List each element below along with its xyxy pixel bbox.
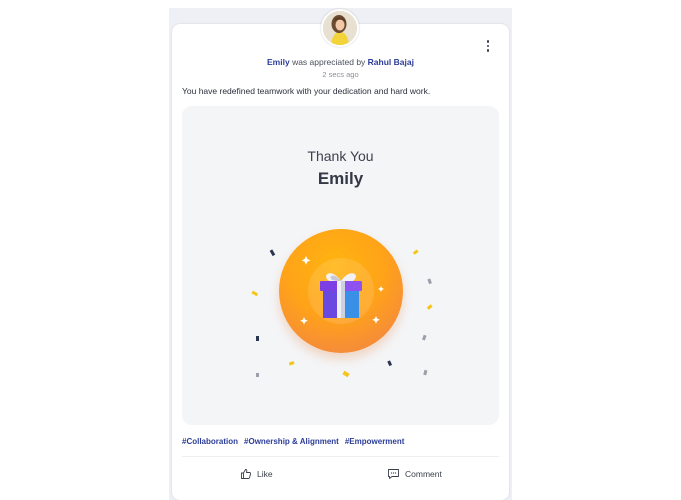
hashtag-list: #Collaboration #Ownership & Alignment #E…	[182, 437, 404, 446]
hashtag-collaboration[interactable]: #Collaboration	[182, 437, 238, 446]
hashtag-empowerment[interactable]: #Empowerment	[345, 437, 405, 446]
thumbs-up-icon	[241, 469, 252, 479]
gift-badge	[279, 229, 403, 353]
hashtag-ownership-alignment[interactable]: #Ownership & Alignment	[244, 437, 339, 446]
comment-button[interactable]: Comment	[387, 467, 442, 481]
actions-divider	[182, 456, 499, 457]
comment-icon	[388, 469, 399, 479]
gift-icon	[300, 256, 384, 325]
comment-label: Comment	[405, 469, 442, 479]
like-button[interactable]: Like	[240, 467, 273, 481]
like-label: Like	[257, 469, 273, 479]
